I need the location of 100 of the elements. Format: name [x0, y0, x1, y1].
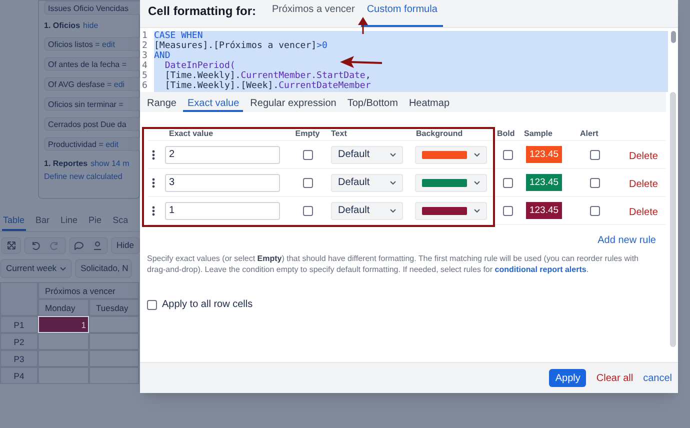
- section-title: 1. Reportes: [44, 159, 88, 169]
- column-header: Text: [331, 129, 347, 138]
- delete-link[interactable]: Delete: [629, 178, 658, 190]
- toolbar-button[interactable]: [1, 237, 22, 254]
- code-line: [Time.Weekly].[Week].CurrentDateMember: [164, 81, 371, 91]
- alerts-link[interactable]: conditional report alerts: [494, 265, 586, 274]
- line-number: 6: [142, 81, 148, 91]
- value-input[interactable]: 3: [165, 174, 280, 192]
- line-number: 4: [142, 61, 148, 71]
- tab[interactable]: Line: [60, 214, 79, 231]
- caret-icon[interactable]: [390, 152, 396, 156]
- comment-icon[interactable]: [74, 241, 84, 250]
- tab[interactable]: Regular expression: [246, 92, 340, 112]
- section-title: 1. Oficios: [44, 21, 80, 31]
- drag-handle-icon[interactable]: [152, 178, 155, 188]
- edit-link[interactable]: edit: [106, 138, 118, 150]
- caret-icon[interactable]: [390, 208, 396, 212]
- code-line: DateInPeriod(: [164, 61, 236, 71]
- table-cell: [89, 367, 139, 384]
- checkbox[interactable]: [302, 178, 312, 188]
- table-cell: [89, 316, 139, 333]
- list-item[interactable]: Issues Oficio Vencidas: [44, 1, 140, 15]
- checkbox[interactable]: [590, 206, 600, 216]
- delete-link[interactable]: Delete: [629, 150, 658, 162]
- filter-dropdown[interactable]: Solicitado, N: [74, 259, 132, 278]
- column-group-header: Próximos a vencer: [38, 282, 139, 299]
- value-input[interactable]: 2: [165, 146, 280, 164]
- text-dropdown[interactable]: Default: [331, 146, 403, 164]
- color-dropdown[interactable]: [415, 202, 487, 220]
- text-dropdown[interactable]: Default: [331, 202, 403, 220]
- column-header: Monday: [38, 299, 89, 316]
- filter-dropdown[interactable]: Current week: [0, 259, 72, 278]
- checkbox[interactable]: [590, 178, 600, 188]
- code-line: AND: [154, 51, 170, 61]
- checkbox[interactable]: [147, 300, 157, 310]
- cancel-link[interactable]: cancel: [643, 370, 672, 386]
- person-icon[interactable]: [93, 241, 102, 250]
- column-header: Background: [416, 129, 463, 138]
- link[interactable]: hide: [83, 21, 98, 31]
- add-rule-link[interactable]: Add new rule: [598, 233, 656, 248]
- checkbox[interactable]: [502, 178, 512, 188]
- checkbox[interactable]: [502, 206, 512, 216]
- tab[interactable]: Exact value: [183, 92, 244, 112]
- column-header: Bold: [497, 129, 515, 138]
- column-header: Exact value: [169, 129, 214, 138]
- tab[interactable]: Sca: [112, 214, 130, 231]
- column-header: Sample: [524, 129, 552, 138]
- sample-preview: 123.45: [526, 146, 562, 163]
- hide-button[interactable]: Hide: [110, 237, 140, 254]
- sample-preview: 123.45: [526, 202, 562, 219]
- tab[interactable]: Top/Bottom: [343, 92, 402, 112]
- color-dropdown[interactable]: [415, 174, 487, 192]
- tab[interactable]: Próximos a vencer: [266, 2, 361, 27]
- link[interactable]: Define new calculated: [44, 172, 122, 182]
- item-label: Oficios listos =: [48, 39, 101, 50]
- drag-handle-icon[interactable]: [152, 150, 155, 160]
- code-editor[interactable]: 1 2 3 4 5 6 CASE WHEN [Measures].[Próximos a vencer]>0 AND DateInPeriod( [Time.Weekly].CurrentMember.StartDate, [Time.Weekly].[Week].CurrentDateMember: [140, 28, 678, 92]
- line-number: 1: [142, 31, 148, 41]
- checkbox[interactable]: [590, 150, 600, 160]
- row-header: P3: [0, 350, 38, 367]
- arrow-icon: [358, 17, 368, 34]
- tab[interactable]: Table: [2, 214, 26, 231]
- expand-icon[interactable]: [6, 241, 16, 250]
- tab[interactable]: Pie: [88, 214, 103, 231]
- item-label: Productividad =: [48, 139, 104, 150]
- line-number: 3: [142, 51, 148, 61]
- caret-icon[interactable]: [474, 152, 480, 156]
- caret-icon[interactable]: [390, 180, 396, 184]
- line-number: 5: [142, 71, 148, 81]
- scrollbar[interactable]: [670, 92, 676, 347]
- tab[interactable]: Heatmap: [404, 92, 454, 112]
- item-label: Of AVG desfase =: [48, 79, 113, 90]
- link[interactable]: show 14 m: [90, 159, 130, 169]
- column-header: Empty: [295, 129, 320, 138]
- delete-link[interactable]: Delete: [629, 206, 658, 218]
- checkbox[interactable]: [302, 150, 312, 160]
- list-item[interactable]: Of antes de la fecha =: [44, 57, 140, 71]
- scrollbar[interactable]: [671, 31, 676, 43]
- tab[interactable]: Range: [143, 92, 180, 112]
- clear-all-link[interactable]: Clear all: [596, 370, 634, 386]
- text-dropdown[interactable]: Default: [331, 174, 403, 192]
- apply-button[interactable]: Apply: [549, 369, 586, 387]
- color-dropdown[interactable]: [415, 146, 487, 164]
- drag-handle-icon[interactable]: [152, 206, 155, 216]
- dialog-title: Cell formatting for:: [148, 3, 256, 20]
- table-cell: 1: [38, 316, 89, 333]
- checkbox-label: Apply to all row cells: [162, 298, 253, 312]
- tab[interactable]: Bar: [34, 214, 51, 231]
- checkbox[interactable]: [502, 150, 512, 160]
- code-line: [Measures].[Próximos a vencer]>0: [154, 41, 328, 51]
- checkbox[interactable]: [302, 206, 312, 216]
- list-item[interactable]: Cerrados post Due da: [44, 117, 140, 131]
- caret-icon[interactable]: [60, 266, 66, 270]
- list-item[interactable]: Oficios sin terminar =: [44, 97, 140, 111]
- undo-icon[interactable]: [30, 241, 40, 250]
- value-input[interactable]: 1: [165, 202, 280, 220]
- caret-icon[interactable]: [474, 180, 480, 184]
- caret-icon[interactable]: [474, 208, 480, 212]
- arrow-icon: [340, 56, 382, 68]
- help-text: Specify exact values (or select Empty) that should have different formatting. The first matching rule will be used (you can reorder rules with drag-and-drop). Leave the condition empty to specify default formatting. If needed, select rules for conditional report alerts.: [147, 253, 640, 275]
